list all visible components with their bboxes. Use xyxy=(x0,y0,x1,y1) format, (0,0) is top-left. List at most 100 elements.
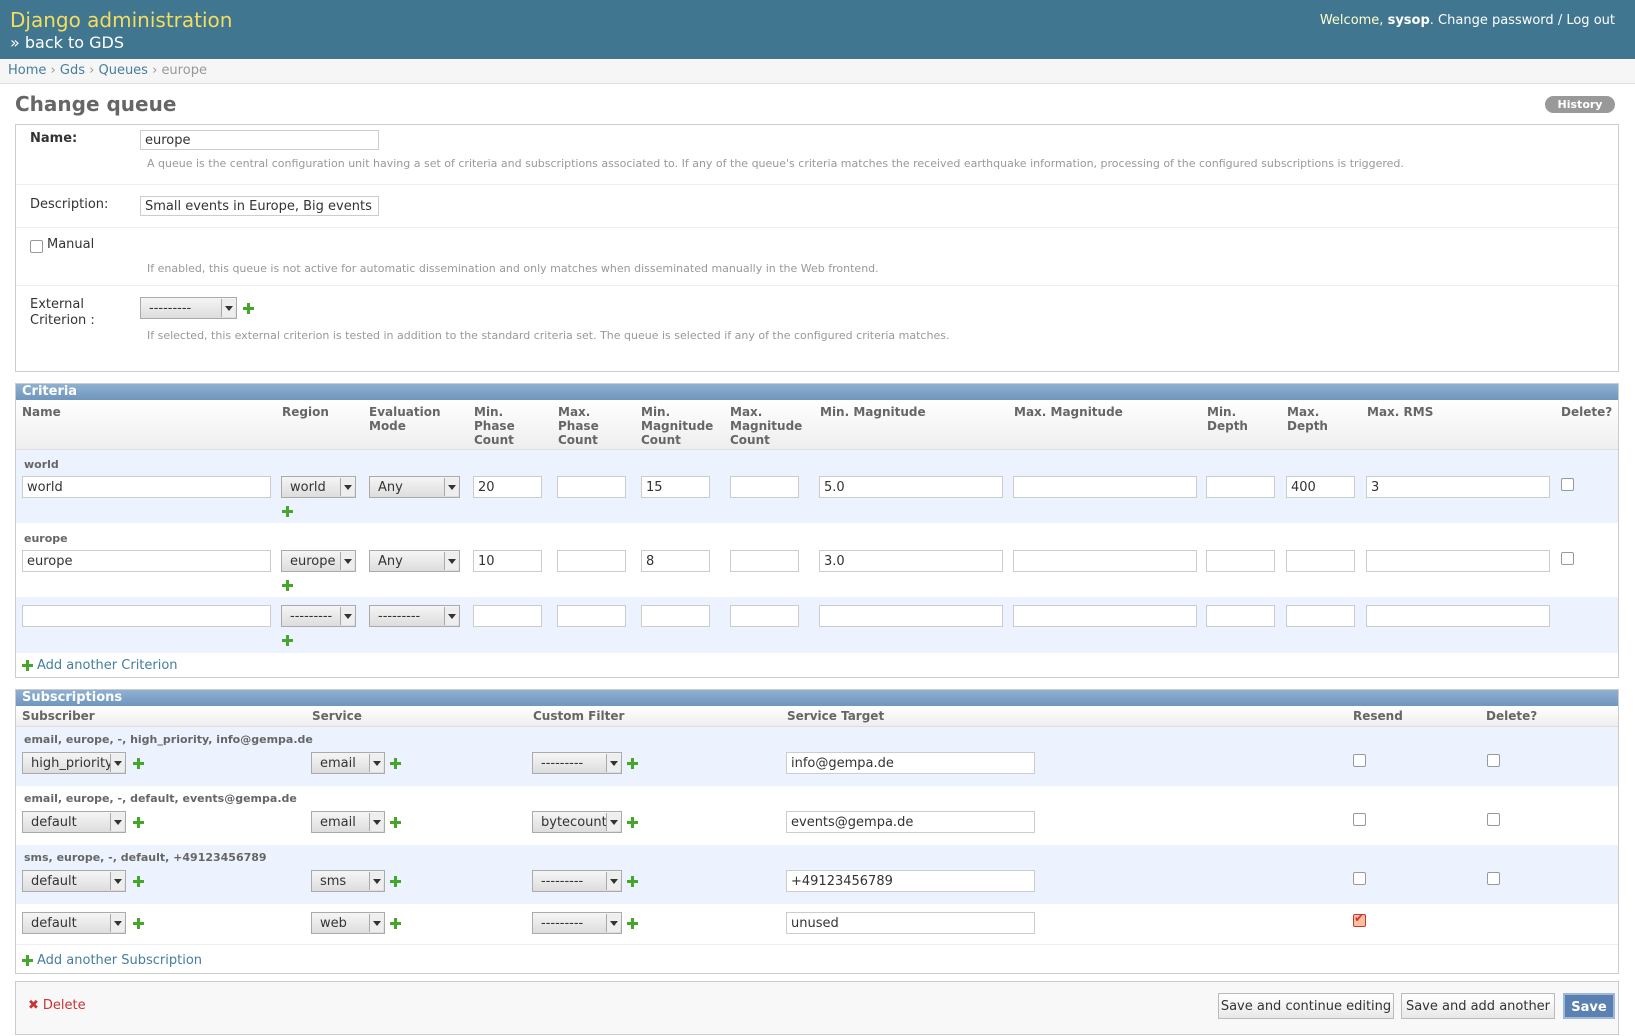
region-select[interactable]: europe xyxy=(281,550,356,572)
min-magnitude-input[interactable] xyxy=(819,605,1003,627)
custom-filter-select[interactable]: --------- xyxy=(532,870,622,892)
max-magnitude-count-input[interactable] xyxy=(730,476,799,498)
add-icon[interactable] xyxy=(133,758,144,769)
add-another-subscription-link[interactable]: Add another Subscription xyxy=(22,953,202,968)
max-depth-input[interactable] xyxy=(1286,550,1355,572)
resend-checkbox[interactable] xyxy=(1353,754,1366,767)
custom-filter-select[interactable]: --------- xyxy=(532,912,622,934)
subscriber-select[interactable]: default xyxy=(22,912,126,934)
min-phase-count-input[interactable] xyxy=(473,476,542,498)
max-rms-input[interactable] xyxy=(1366,476,1550,498)
add-icon[interactable] xyxy=(390,876,401,887)
evaluation-mode-select[interactable]: Any xyxy=(369,550,460,572)
max-magnitude-count-input[interactable] xyxy=(730,550,799,572)
add-icon[interactable] xyxy=(133,876,144,887)
breadcrumb-queues[interactable]: Queues xyxy=(98,63,147,78)
history-button[interactable]: History xyxy=(1545,96,1615,113)
add-icon[interactable] xyxy=(133,817,144,828)
add-icon[interactable] xyxy=(627,876,638,887)
resend-checkbox[interactable] xyxy=(1353,872,1366,885)
back-to-gds-link[interactable]: » back to GDS xyxy=(10,33,124,52)
max-rms-input[interactable] xyxy=(1366,550,1550,572)
save-add-another-button[interactable]: Save and add another xyxy=(1401,993,1555,1019)
delete-checkbox[interactable] xyxy=(1487,754,1500,767)
min-phase-count-input[interactable] xyxy=(473,605,542,627)
evaluation-mode-select[interactable]: Any xyxy=(369,476,460,498)
criterion-name-input[interactable] xyxy=(22,605,271,627)
service-select[interactable]: sms xyxy=(311,870,385,892)
breadcrumb-gds[interactable]: Gds xyxy=(60,63,85,78)
min-magnitude-count-input[interactable] xyxy=(641,550,710,572)
max-magnitude-input[interactable] xyxy=(1013,476,1197,498)
add-icon[interactable] xyxy=(390,817,401,828)
add-icon[interactable] xyxy=(627,758,638,769)
resend-checkbox[interactable] xyxy=(1353,813,1366,826)
change-password-link[interactable]: Change password xyxy=(1438,13,1554,28)
max-depth-input[interactable] xyxy=(1286,476,1355,498)
add-another-criterion-link[interactable]: Add another Criterion xyxy=(22,658,178,673)
service-target-input[interactable] xyxy=(786,752,1035,774)
delete-checkbox[interactable] xyxy=(1487,872,1500,885)
min-magnitude-input[interactable] xyxy=(819,550,1003,572)
min-magnitude-input[interactable] xyxy=(819,476,1003,498)
user-tools: Welcome, sysop. Change password / Log ou… xyxy=(1319,13,1615,28)
region-select[interactable]: --------- xyxy=(281,605,356,627)
add-icon[interactable] xyxy=(282,506,293,517)
save-button[interactable]: Save xyxy=(1563,993,1615,1019)
service-target-input[interactable] xyxy=(786,912,1035,934)
region-select[interactable]: world xyxy=(281,476,356,498)
max-phase-count-input[interactable] xyxy=(557,550,626,572)
criterion-name-input[interactable] xyxy=(22,550,271,572)
name-input[interactable] xyxy=(140,130,379,150)
max-phase-count-input[interactable] xyxy=(557,605,626,627)
breadcrumb-home[interactable]: Home xyxy=(8,63,46,78)
min-depth-input[interactable] xyxy=(1206,476,1275,498)
max-rms-input[interactable] xyxy=(1366,605,1550,627)
max-phase-count-input[interactable] xyxy=(557,476,626,498)
custom-filter-select[interactable]: --------- xyxy=(532,752,622,774)
add-icon[interactable] xyxy=(390,758,401,769)
service-select[interactable]: email xyxy=(311,752,385,774)
delete-checkbox[interactable] xyxy=(1561,478,1574,491)
add-icon[interactable] xyxy=(390,918,401,929)
criterion-name-input[interactable] xyxy=(22,476,271,498)
resend-checkbox[interactable] xyxy=(1353,911,1366,927)
subscriber-select[interactable]: default xyxy=(22,811,126,833)
min-magnitude-count-input[interactable] xyxy=(641,476,710,498)
max-magnitude-count-input[interactable] xyxy=(730,605,799,627)
service-target-input[interactable] xyxy=(786,870,1035,892)
delete-link[interactable]: ✖ Delete xyxy=(28,998,86,1013)
min-phase-count-input[interactable] xyxy=(473,550,542,572)
criteria-table-header: Name Region Evaluation Mode Min. Phase C… xyxy=(16,400,1618,450)
external-criterion-select[interactable]: --------- xyxy=(140,297,237,319)
min-depth-input[interactable] xyxy=(1206,605,1275,627)
service-target-input[interactable] xyxy=(786,811,1035,833)
subscriber-select[interactable]: default xyxy=(22,870,126,892)
service-value: web xyxy=(320,916,347,931)
site-name[interactable]: Django administration xyxy=(10,8,232,32)
add-icon[interactable] xyxy=(282,635,293,646)
service-select[interactable]: web xyxy=(311,912,385,934)
subscriber-select[interactable]: high_priority xyxy=(22,752,126,774)
min-magnitude-count-input[interactable] xyxy=(641,605,710,627)
add-icon[interactable] xyxy=(243,303,254,314)
save-continue-button[interactable]: Save and continue editing xyxy=(1218,993,1394,1019)
service-select[interactable]: email xyxy=(311,811,385,833)
custom-filter-select[interactable]: bytecount xyxy=(532,811,622,833)
add-icon[interactable] xyxy=(133,918,144,929)
evaluation-mode-select[interactable]: --------- xyxy=(369,605,460,627)
max-magnitude-input[interactable] xyxy=(1013,605,1197,627)
add-icon[interactable] xyxy=(627,817,638,828)
delete-checkbox[interactable] xyxy=(1487,813,1500,826)
manual-checkbox[interactable] xyxy=(30,240,43,253)
description-input[interactable] xyxy=(140,196,379,216)
logout-link[interactable]: Log out xyxy=(1566,13,1615,28)
subscriptions-title: Subscriptions xyxy=(22,690,123,705)
add-icon[interactable] xyxy=(627,918,638,929)
min-depth-input[interactable] xyxy=(1206,550,1275,572)
max-magnitude-input[interactable] xyxy=(1013,550,1197,572)
max-depth-input[interactable] xyxy=(1286,605,1355,627)
add-icon[interactable] xyxy=(282,580,293,591)
delete-checkbox[interactable] xyxy=(1561,552,1574,565)
service-value: sms xyxy=(320,874,347,889)
